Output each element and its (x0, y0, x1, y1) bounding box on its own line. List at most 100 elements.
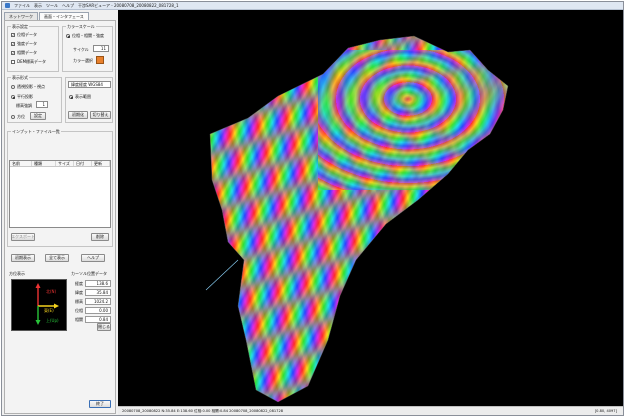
east-label: 東(E) (44, 308, 54, 313)
direction-set-button[interactable]: 設定 (30, 112, 46, 120)
display-option-coherence[interactable]: ✓ 相関データ (11, 50, 37, 56)
display-option-intensity[interactable]: ✓ 強度データ (11, 41, 37, 47)
switch-button[interactable]: 切り替え (90, 111, 111, 119)
view-mode-group: 表示形式 透視投影・視点 平行投影 標高強調 1 方位 設定 (7, 75, 62, 123)
control-panel: 表示設定 ✓ 位相データ ✓ 強度データ ✓ 相関データ DEM標高データ カラ… (4, 20, 116, 414)
cursor-row-phase: 位相 0.00 (71, 306, 113, 315)
perspective-option[interactable]: 透視投影・視点 (11, 84, 45, 90)
col-type[interactable]: 種類 (32, 161, 56, 166)
show-all-button[interactable]: 全て表示 (45, 254, 69, 262)
menu-view[interactable]: 表示 (34, 3, 42, 9)
title-bar: ファイル 表示 ツール ヘルプ 干渉SARビューア ‑ 20080708_200… (2, 2, 623, 10)
display-option-dem-label: DEM標高データ (17, 59, 47, 64)
app-icon (5, 3, 10, 8)
status-bar: 20080708_20080822 N:35.84 E:138.60 位相:0.… (118, 406, 623, 415)
cursor-value: 0.00 (85, 307, 111, 314)
display-settings-title: 表示設定 (11, 24, 29, 30)
radio-ortho[interactable] (11, 95, 15, 99)
display-option-dem[interactable]: DEM標高データ (11, 59, 46, 65)
color-scale-title: カラースケール (66, 24, 96, 30)
color-mode-label: 位相・相関・強度 (72, 33, 104, 38)
cursor-row-lat: 緯度 35.84 (71, 288, 113, 297)
cursor-row-elev: 標高 1024.2 (71, 297, 113, 306)
file-list-header: 名前 種類 サイズ 日付 更新 (10, 161, 110, 167)
tab-network[interactable]: ネットワーク (4, 12, 38, 20)
checkbox-intensity[interactable]: ✓ (11, 42, 15, 46)
radio-perspective[interactable] (11, 85, 15, 89)
up-arrow-icon (35, 320, 41, 325)
cycle-input[interactable]: 11 (93, 45, 109, 52)
menu-tools[interactable]: ツール (46, 3, 58, 9)
cycle-label: サイクル (73, 47, 89, 52)
range-label: 表示範囲 (75, 94, 91, 99)
cursor-key: 相関 (75, 316, 83, 322)
export-button[interactable]: エクスポート (11, 233, 35, 241)
checkbox-dem[interactable] (11, 60, 15, 64)
file-list-title: インプット・ファイル一覧 (11, 129, 61, 135)
display-option-phase[interactable]: ✓ 位相データ (11, 32, 37, 38)
phase-surface (210, 36, 508, 402)
cursor-row-lon: 経度 138.6 (71, 279, 113, 288)
window-title: 干渉SARビューア ‑ 20080708_20080822_081728_1 (78, 2, 179, 8)
file-list[interactable]: 名前 種類 サイズ 日付 更新 (9, 160, 111, 228)
cursor-title: カーソル位置データ (71, 271, 107, 276)
cursor-close-button[interactable]: 閉じる (97, 323, 111, 331)
init-button[interactable]: 初期化 (68, 111, 88, 119)
checkbox-coherence[interactable]: ✓ (11, 51, 15, 55)
color-swatch[interactable] (96, 56, 104, 64)
north-label: 北(N) (46, 289, 57, 294)
status-right: [0.80, 4097] (594, 409, 617, 413)
display-option-coherence-label: 相関データ (17, 50, 37, 55)
interferogram-render (205, 35, 509, 403)
ortho-option[interactable]: 平行投影 (11, 94, 33, 100)
view-mode-title: 表示形式 (11, 75, 29, 81)
cursor-key: 標高 (75, 298, 83, 304)
tilt-row: 標高強調 (16, 103, 32, 109)
exit-button[interactable]: 終了 (89, 400, 111, 408)
up-label: 上(Up) (46, 318, 59, 323)
color-select-row: カラー選択 (73, 58, 93, 64)
cursor-key: 経度 (75, 280, 83, 286)
axis-title: 方位表示 (9, 271, 25, 276)
radio-direction[interactable] (11, 115, 15, 119)
display-settings-group: 表示設定 ✓ 位相データ ✓ 強度データ ✓ 相関データ DEM標高データ (7, 24, 59, 72)
col-size[interactable]: サイズ (56, 161, 74, 166)
col-update[interactable]: 更新 (92, 161, 110, 166)
color-select-label: カラー選択 (73, 58, 93, 63)
help-button[interactable]: ヘルプ (81, 254, 105, 262)
tilt-input[interactable]: 1 (36, 101, 48, 108)
col-date[interactable]: 日付 (74, 161, 92, 166)
cursor-key: 位相 (75, 307, 83, 313)
checkbox-phase[interactable]: ✓ (11, 33, 15, 37)
color-scale-group: カラースケール 位相・相関・強度 サイクル 11 カラー選択 (62, 24, 113, 72)
cursor-value: 138.6 (85, 280, 111, 287)
color-mode-option[interactable]: 位相・相関・強度 (66, 33, 104, 39)
cursor-value: 35.84 (85, 289, 111, 296)
tab-display[interactable]: 画面・インタフェース (39, 12, 89, 20)
menu-file[interactable]: ファイル (14, 3, 30, 9)
initial-view-button[interactable]: 初期表示 (11, 254, 35, 262)
radio-range[interactable] (69, 95, 73, 99)
display-option-intensity-label: 強度データ (17, 41, 37, 46)
cursor-table: 経度 138.6 緯度 35.84 標高 1024.2 位相 0.00 相関 0… (71, 279, 113, 324)
perspective-label: 透視投影・視点 (17, 84, 45, 89)
track-line (205, 259, 239, 291)
tilt-label: 標高強調 (16, 103, 32, 108)
ortho-label: 平行投影 (17, 94, 33, 99)
projection-group: 緯度経度 WGS84 表示範囲 初期化 切り替え (65, 77, 113, 123)
status-text: 20080708_20080822 N:35.84 E:138.60 位相:0.… (122, 408, 284, 413)
direction-option[interactable]: 方位 (11, 114, 25, 120)
cursor-value: 1024.2 (85, 298, 111, 305)
app-window: ファイル 表示 ツール ヘルプ 干渉SARビューア ‑ 20080708_200… (1, 1, 624, 416)
panel-tabs: ネットワーク 画面・インタフェース (4, 12, 89, 20)
range-option[interactable]: 表示範囲 (69, 94, 91, 100)
3d-viewport[interactable] (118, 10, 623, 406)
cursor-key: 緯度 (75, 289, 83, 295)
east-arrow-icon (54, 303, 59, 309)
delete-button[interactable]: 削除 (91, 233, 109, 241)
menu-help[interactable]: ヘルプ (62, 3, 74, 9)
projection-select[interactable]: 緯度経度 WGS84 (68, 81, 111, 88)
radio-color-mode[interactable] (66, 34, 70, 38)
north-arrow-icon (35, 283, 41, 288)
col-name[interactable]: 名前 (10, 161, 32, 166)
